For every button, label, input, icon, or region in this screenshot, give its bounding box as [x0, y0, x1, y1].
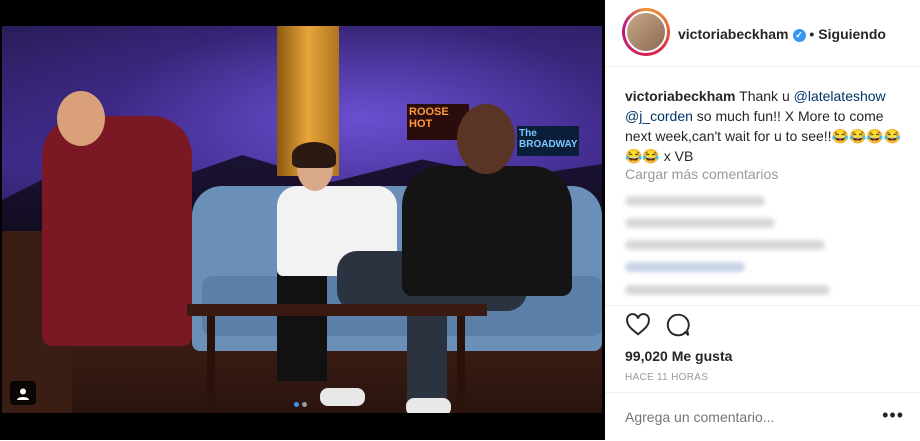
guest1-hair: [292, 142, 336, 168]
blurred-comment: [625, 218, 775, 228]
user-tag-icon[interactable]: [10, 381, 36, 405]
post-caption: victoriabeckham Thank u @latelateshow @j…: [625, 86, 910, 166]
post-timestamp[interactable]: HACE 11 HORAS: [625, 372, 708, 383]
table-leg: [207, 316, 215, 413]
caption-text-1: Thank u: [739, 88, 794, 104]
guest2-head: [457, 104, 515, 174]
heart-icon[interactable]: [625, 312, 651, 338]
load-more-comments-link[interactable]: Cargar más comentarios: [625, 166, 778, 182]
guest2-figure: [402, 166, 572, 296]
caption-username[interactable]: victoriabeckham: [625, 88, 736, 104]
coffee-table: [187, 304, 487, 316]
carousel-indicator: [294, 394, 310, 412]
carousel-dot: [302, 402, 307, 407]
follow-status-button[interactable]: Siguiendo: [818, 26, 886, 42]
header-username[interactable]: victoriabeckham: [678, 26, 789, 42]
comment-icon[interactable]: [665, 312, 691, 338]
blurred-comment: [625, 262, 745, 272]
avatar[interactable]: [622, 8, 670, 56]
shoe: [320, 388, 365, 406]
verified-badge-icon: ✓: [792, 28, 806, 42]
blurred-comment: [625, 196, 765, 206]
comment-input[interactable]: [625, 409, 875, 425]
post-photo[interactable]: ROOSE HOT The BROADWAY: [2, 26, 602, 413]
avatar-image: [625, 11, 667, 53]
more-options-icon[interactable]: •••: [882, 405, 904, 426]
post-media[interactable]: ROOSE HOT The BROADWAY: [0, 0, 605, 440]
likes-count[interactable]: 99,020 Me gusta: [625, 348, 732, 364]
header-username-row: victoriabeckham ✓ • Siguiendo: [678, 26, 886, 42]
comment-composer: •••: [605, 392, 920, 441]
host-figure: [42, 116, 192, 346]
shoe: [406, 398, 451, 413]
post-side-panel: victoriabeckham ✓ • Siguiendo victoriabeck…: [605, 0, 920, 440]
post-header: victoriabeckham ✓ • Siguiendo: [605, 0, 920, 67]
table-leg: [457, 316, 465, 413]
guest1-legs: [277, 271, 327, 381]
host-head: [57, 91, 105, 146]
blurred-comment: [625, 240, 825, 250]
carousel-dot-active: [294, 402, 299, 407]
backdrop-sign-broadway: The BROADWAY: [517, 126, 579, 156]
separator: •: [809, 26, 815, 42]
post-actions: 99,020 Me gusta HACE 11 HORAS: [605, 305, 920, 406]
blurred-comment: [625, 285, 830, 295]
mention-j-corden[interactable]: @j_corden: [625, 108, 693, 124]
mention-latelateshow[interactable]: @latelateshow: [794, 88, 886, 104]
